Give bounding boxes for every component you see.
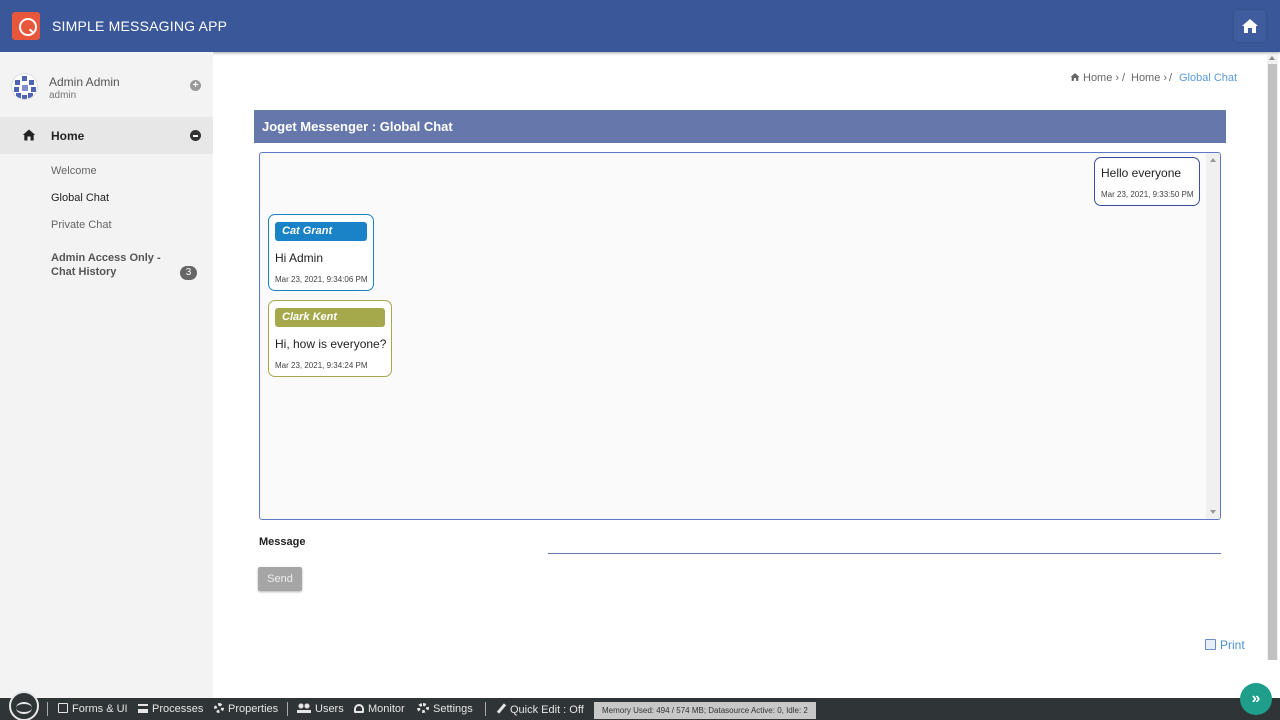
- home-icon: [1242, 19, 1258, 33]
- sidebar-item-private-chat[interactable]: Private Chat: [51, 219, 112, 231]
- sidebar-item-chat-history[interactable]: Admin Access Only - Chat History: [51, 251, 186, 279]
- edit-icon: [58, 703, 68, 713]
- sidebar-item-label: Home: [51, 129, 85, 143]
- message-time: Mar 23, 2021, 9:34:06 PM: [275, 275, 368, 284]
- toolbar-item-label: Quick Edit : Off: [510, 704, 584, 716]
- message-text: Hi Admin: [275, 251, 324, 265]
- toolbar-users[interactable]: Users: [297, 703, 344, 715]
- chat-message: Cat Grant Hi Admin Mar 23, 2021, 9:34:06…: [268, 214, 374, 291]
- panel-header: Joget Messenger : Global Chat: [254, 110, 1226, 143]
- breadcrumb: [1070, 72, 1080, 84]
- list-icon: [138, 704, 148, 713]
- toolbar-item-label: Processes: [152, 703, 204, 715]
- panel-title: Joget Messenger : Global Chat: [262, 119, 453, 134]
- sidebar-item-welcome[interactable]: Welcome: [51, 165, 97, 177]
- toolbar-separator: [485, 702, 486, 716]
- user-name: Admin Admin: [49, 75, 120, 89]
- toolbar-separator: [47, 702, 48, 716]
- send-button[interactable]: Send: [258, 567, 302, 591]
- message-sender: Clark Kent: [275, 308, 385, 327]
- chat-window[interactable]: Hello everyone Mar 23, 2021, 9:33:50 PM …: [259, 152, 1221, 520]
- home-icon: [1070, 73, 1080, 81]
- scroll-up-arrow-icon[interactable]: [1210, 158, 1216, 162]
- collapse-icon[interactable]: [190, 130, 201, 141]
- user-id: admin: [49, 90, 77, 101]
- toolbar-separator: [287, 702, 288, 716]
- toolbar-item-label: Forms & UI: [72, 703, 128, 715]
- message-time: Mar 23, 2021, 9:34:24 PM: [275, 361, 368, 370]
- toolbar-item-label: Users: [315, 703, 344, 715]
- message-input[interactable]: [548, 537, 1221, 554]
- message-text: Hello everyone: [1101, 166, 1182, 180]
- toolbar-properties[interactable]: Properties: [214, 703, 278, 715]
- joget-logo-icon[interactable]: [9, 691, 39, 720]
- sidebar-item-global-chat[interactable]: Global Chat: [51, 192, 109, 204]
- toolbar-processes[interactable]: Processes: [138, 703, 203, 715]
- toolbar-item-label: Monitor: [368, 703, 405, 715]
- chat-history-count-badge: 3: [180, 266, 197, 280]
- page-scrollbar[interactable]: [1267, 54, 1278, 660]
- message-label: Message: [259, 536, 306, 548]
- print-link[interactable]: Print: [1205, 638, 1245, 652]
- dashboard-icon: [354, 704, 364, 713]
- toolbar-settings[interactable]: Settings: [417, 703, 473, 715]
- message-sender: Cat Grant: [275, 222, 367, 241]
- memory-status: Memory Used: 494 / 574 MB; Datasource Ac…: [594, 702, 816, 719]
- breadcrumb-current-label: Global Chat: [1179, 72, 1238, 84]
- toolbar-monitor[interactable]: Monitor: [354, 703, 405, 715]
- sidebar: Admin Admin admin + Home Welcome Global …: [0, 52, 213, 698]
- app-logo-icon[interactable]: [12, 12, 40, 40]
- breadcrumb-home-link-2[interactable]: Home ›: [1131, 72, 1167, 84]
- page-scrollbar-thumb[interactable]: [1268, 64, 1277, 660]
- expand-user-icon[interactable]: +: [190, 80, 201, 91]
- toolbar-item-label: Settings: [433, 703, 473, 715]
- gears-icon: [417, 703, 429, 713]
- home-icon: [22, 129, 36, 141]
- chat-message: Clark Kent Hi, how is everyone? Mar 23, …: [268, 300, 392, 377]
- scroll-down-arrow-icon[interactable]: [1210, 510, 1216, 514]
- message-text: Hi, how is everyone?: [275, 337, 387, 351]
- print-label: Print: [1220, 638, 1245, 652]
- gear-icon: [214, 703, 224, 713]
- chat-message-own: Hello everyone Mar 23, 2021, 9:33:50 PM: [1094, 157, 1200, 206]
- breadcrumb-separator: /: [1122, 72, 1126, 84]
- toolbar-quick-edit[interactable]: Quick Edit : Off: [496, 703, 584, 716]
- top-header: SIMPLE MESSAGING APP: [0, 0, 1280, 52]
- breadcrumb-current: Global Chat: [1179, 72, 1237, 84]
- app-title[interactable]: SIMPLE MESSAGING APP: [52, 18, 227, 34]
- expand-toolbar-button[interactable]: »: [1240, 683, 1272, 715]
- avatar: [11, 73, 38, 100]
- chat-scrollbar[interactable]: [1206, 153, 1220, 519]
- users-icon: [297, 703, 311, 713]
- breadcrumb-home-link[interactable]: Home ›: [1083, 72, 1119, 84]
- sidebar-item-home[interactable]: Home: [0, 117, 213, 154]
- scroll-up-arrow-icon[interactable]: [1269, 56, 1275, 60]
- printer-icon: [1205, 639, 1216, 650]
- toolbar-item-label: Properties: [228, 703, 279, 715]
- message-time: Mar 23, 2021, 9:33:50 PM: [1101, 190, 1194, 199]
- toolbar-forms-ui[interactable]: Forms & UI: [58, 703, 128, 715]
- brush-icon: [496, 703, 507, 714]
- home-button[interactable]: [1234, 10, 1266, 42]
- breadcrumb-separator: /: [1169, 72, 1173, 84]
